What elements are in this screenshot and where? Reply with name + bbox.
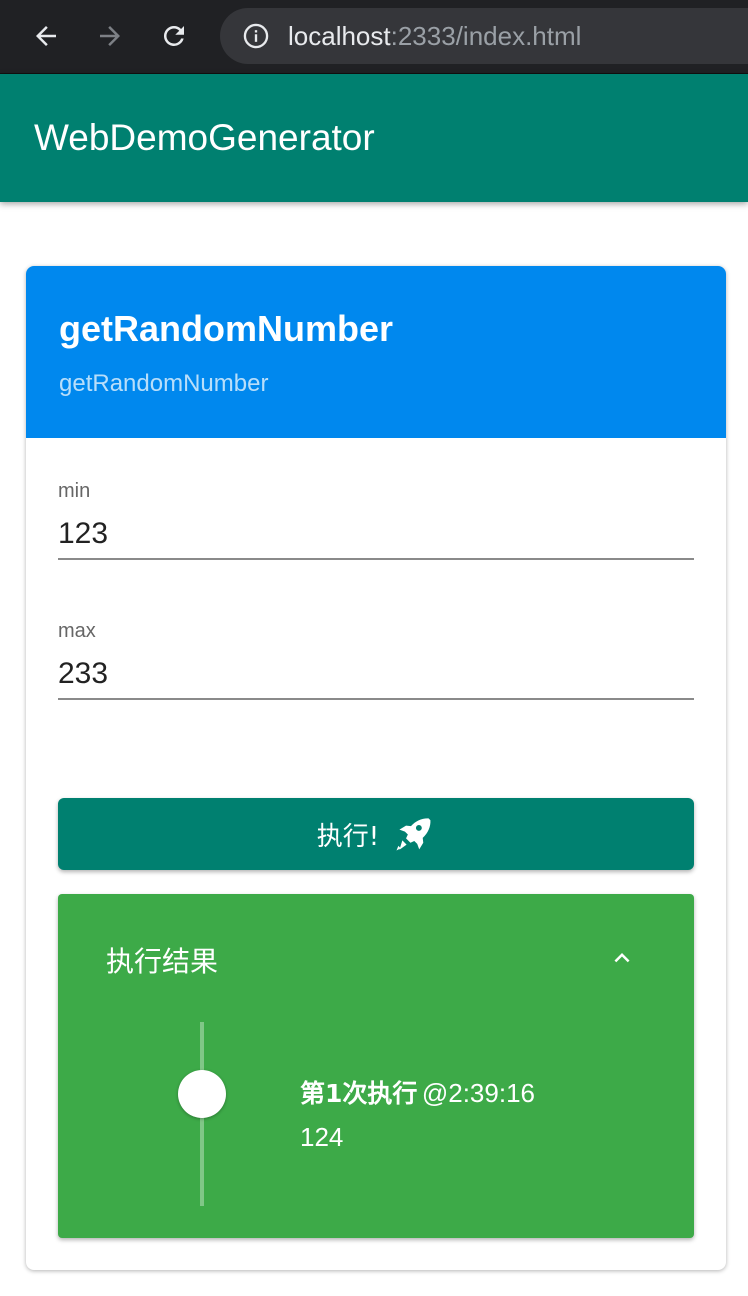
- max-label: max: [58, 620, 96, 642]
- arrow-right-icon: [100, 26, 120, 46]
- max-input[interactable]: [58, 650, 694, 700]
- reload-button[interactable]: [152, 14, 196, 58]
- card-header: getRandomNumber getRandomNumber: [26, 266, 726, 438]
- result-entry-time: @2:39:16: [421, 1078, 535, 1108]
- browser-toolbar: localhost:2333/index.html: [0, 0, 748, 74]
- back-button[interactable]: [24, 14, 68, 58]
- result-entry-value: 124: [300, 1122, 344, 1152]
- result-entry-header: 第1次执行 @2:39:16: [300, 1074, 535, 1110]
- card-title: getRandomNumber: [59, 308, 394, 349]
- url-path: :2333/index.html: [390, 20, 582, 51]
- app-bar: WebDemoGenerator: [0, 74, 748, 202]
- min-label: min: [58, 480, 91, 502]
- card-subtitle: getRandomNumber: [59, 370, 269, 397]
- function-card: getRandomNumber getRandomNumber min max …: [26, 266, 726, 1270]
- rocket-icon: [396, 818, 431, 851]
- max-field: max: [58, 620, 694, 710]
- forward-button[interactable]: [88, 14, 132, 58]
- info-icon: [243, 23, 269, 49]
- min-input[interactable]: [58, 510, 694, 560]
- result-entry-run: 第1次执行: [300, 1079, 418, 1108]
- chevron-up-icon: [614, 953, 630, 963]
- reload-icon: [163, 25, 184, 46]
- timeline-dot: [178, 1070, 226, 1118]
- arrow-left-icon: [36, 26, 56, 46]
- run-button[interactable]: 执行!: [58, 798, 694, 870]
- collapse-button[interactable]: [604, 940, 640, 976]
- app-title: WebDemoGenerator: [34, 117, 375, 158]
- min-field: min: [58, 480, 694, 570]
- run-button-label: 执行!: [316, 821, 380, 852]
- result-title: 执行结果: [106, 945, 219, 978]
- result-panel: 执行结果 第1次执行 @2:39:16 124: [58, 894, 694, 1238]
- url-host: localhost: [288, 20, 391, 51]
- address-bar[interactable]: localhost:2333/index.html: [220, 8, 748, 64]
